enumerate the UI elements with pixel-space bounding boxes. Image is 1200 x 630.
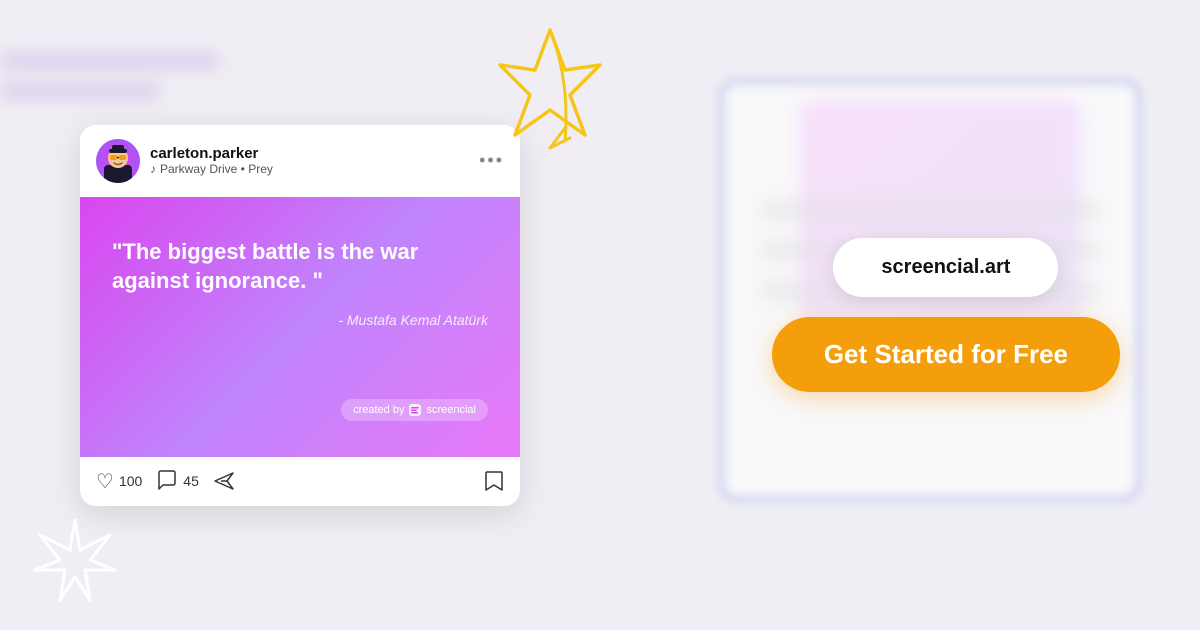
right-cta: screencial.art Get Started for Free xyxy=(772,238,1120,392)
doodle-bottom-star xyxy=(30,515,120,610)
post-footer: ♡ 100 45 xyxy=(80,457,520,506)
music-note-icon: ♪ xyxy=(150,162,156,176)
post-author: - Mustafa Kemal Atatürk xyxy=(112,312,488,328)
screencial-icon xyxy=(408,403,422,417)
post-username: carleton.parker xyxy=(150,145,469,162)
like-action[interactable]: ♡ 100 xyxy=(96,469,142,494)
doodle-top-arrow xyxy=(490,20,610,165)
post-header: carleton.parker ♪ Parkway Drive • Prey •… xyxy=(80,125,520,197)
comments-count: 45 xyxy=(183,473,199,489)
comment-action[interactable]: 45 xyxy=(156,470,199,492)
post-image: "The biggest battle is the war against i… xyxy=(80,197,520,457)
post-song: ♪ Parkway Drive • Prey xyxy=(150,162,469,176)
get-started-button[interactable]: Get Started for Free xyxy=(772,317,1120,392)
avatar-image xyxy=(96,139,140,183)
avatar xyxy=(96,139,140,183)
url-pill: screencial.art xyxy=(833,238,1058,297)
bookmark-icon xyxy=(484,470,504,492)
comment-icon xyxy=(156,470,178,492)
song-label: Parkway Drive • Prey xyxy=(160,162,273,176)
post-created-by: created by screencial xyxy=(112,399,488,421)
post-user-info: carleton.parker ♪ Parkway Drive • Prey xyxy=(150,145,469,176)
brand-name: screencial xyxy=(426,404,476,416)
created-badge: created by screencial xyxy=(341,399,488,421)
send-action[interactable] xyxy=(213,470,235,492)
bookmark-action[interactable] xyxy=(484,470,504,492)
post-quote: "The biggest battle is the war against i… xyxy=(112,237,488,296)
post-actions-left: ♡ 100 45 xyxy=(96,469,235,494)
instagram-post-card: carleton.parker ♪ Parkway Drive • Prey •… xyxy=(80,125,520,506)
created-by-label: created by xyxy=(353,404,404,416)
likes-count: 100 xyxy=(119,473,142,489)
heart-icon: ♡ xyxy=(96,469,114,494)
send-icon xyxy=(213,470,235,492)
